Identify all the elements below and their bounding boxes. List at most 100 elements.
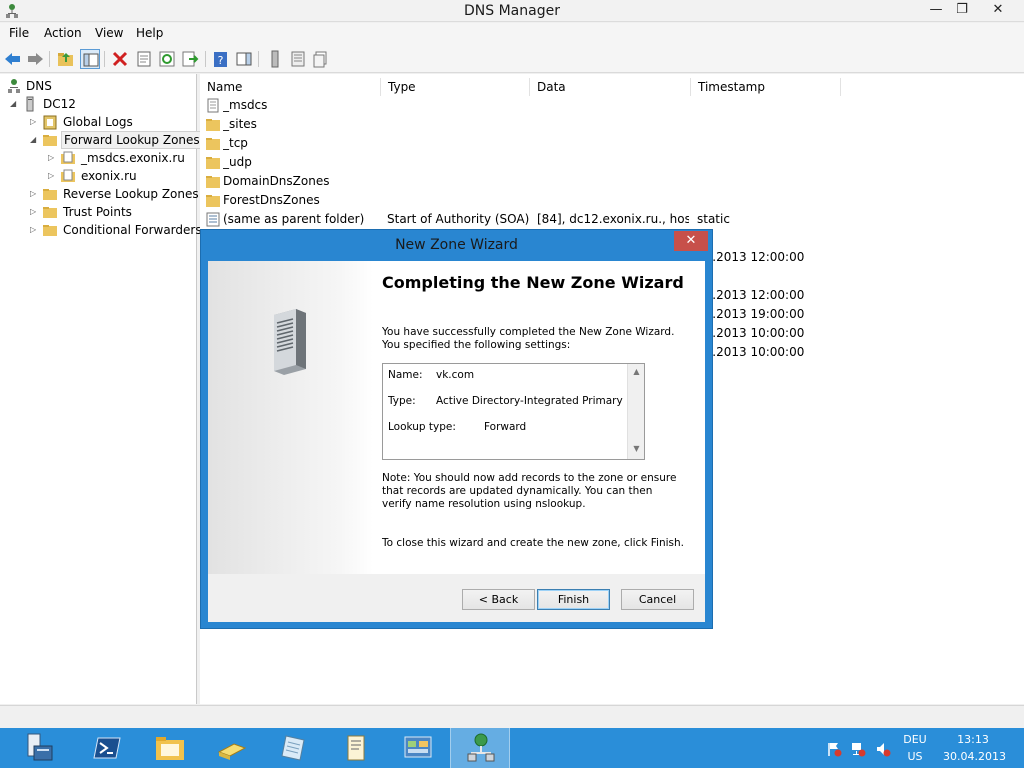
notepad-icon — [281, 735, 305, 761]
toolbar: ? — [0, 45, 1024, 73]
menu-action[interactable]: Action — [44, 26, 82, 40]
records-icon[interactable] — [288, 49, 308, 69]
clock-date[interactable]: 30.04.2013 — [943, 750, 1006, 763]
tree-label: Global Logs — [63, 115, 133, 129]
table-row[interactable]: _msdcs — [200, 96, 1024, 115]
taskbar-control-panel[interactable] — [388, 728, 448, 768]
forward-arrow-icon[interactable] — [25, 49, 45, 69]
expand-arrow-icon[interactable]: ▷ — [30, 113, 40, 131]
speaker-muted-icon[interactable] — [875, 741, 891, 757]
folder-icon — [206, 119, 220, 131]
tree-label: Reverse Lookup Zones — [63, 187, 199, 201]
table-row[interactable]: (same as parent folder) Start of Authorit… — [200, 210, 1024, 229]
cell-timestamp: tic — [697, 229, 837, 248]
column-header-name[interactable]: Name — [200, 78, 381, 96]
refresh-icon[interactable] — [157, 49, 177, 69]
server-icon[interactable] — [265, 49, 285, 69]
dialog-client-area: Completing the New Zone Wizard You have … — [208, 261, 705, 622]
tree-node-exonix-zone[interactable]: ▷ exonix.ru — [48, 167, 193, 185]
menu-help[interactable]: Help — [136, 26, 163, 40]
clock-time[interactable]: 13:13 — [943, 733, 1003, 746]
menu-file[interactable]: File — [9, 26, 29, 40]
table-row[interactable]: _tcp — [200, 134, 1024, 153]
dialog-close-button[interactable]: ✕ — [674, 231, 708, 251]
cell-name: _msdcs — [223, 98, 268, 112]
taskbar: DEU US 13:13 30.04.2013 — [0, 728, 1024, 768]
taskbar-books[interactable] — [202, 728, 262, 768]
tree-label: Conditional Forwarders — [63, 223, 202, 237]
expand-arrow-icon[interactable]: ▷ — [30, 185, 40, 203]
back-arrow-icon[interactable] — [3, 49, 23, 69]
tree-node-conditional-forwarders[interactable]: ▷ Conditional Forwarders — [30, 221, 202, 239]
wizard-intro-text: You have successfully completed the New … — [382, 326, 675, 351]
zone-icon — [61, 151, 75, 164]
zone-icon — [61, 169, 75, 182]
cell-name: _tcp — [223, 136, 248, 150]
column-header-type[interactable]: Type — [381, 78, 530, 96]
tree-node-forward-lookup-zones[interactable]: ◢ Forward Lookup Zones — [30, 131, 203, 149]
back-button[interactable]: < Back — [462, 589, 535, 610]
cancel-button[interactable]: Cancel — [621, 589, 694, 610]
tree-node-global-logs[interactable]: ▷ Global Logs — [30, 113, 190, 131]
tree-node-reverse-lookup-zones[interactable]: ▷ Reverse Lookup Zones — [30, 185, 199, 203]
powershell-icon — [93, 737, 121, 759]
column-header-timestamp[interactable]: Timestamp — [691, 78, 841, 96]
folder-icon — [43, 135, 57, 146]
cell-timestamp: 04.2013 10:00:00 — [697, 345, 805, 359]
folder-icon — [43, 225, 57, 236]
finish-button[interactable]: Finish — [537, 589, 610, 610]
expand-arrow-icon[interactable]: ▷ — [30, 221, 40, 239]
show-hide-tree-icon[interactable] — [80, 49, 100, 69]
language-indicator-top[interactable]: DEU — [898, 733, 932, 746]
scroll-up-icon[interactable]: ▲ — [628, 367, 645, 376]
tree-node-msdcs-zone[interactable]: ▷ _msdcs.exonix.ru — [48, 149, 193, 167]
expand-arrow-icon[interactable]: ▷ — [48, 149, 58, 167]
menu-view[interactable]: View — [95, 26, 123, 40]
taskbar-dns-manager[interactable] — [450, 728, 510, 768]
taskbar-file-explorer[interactable] — [140, 728, 200, 768]
server-icon — [26, 96, 34, 112]
table-row[interactable]: _udp — [200, 153, 1024, 172]
close-window-button[interactable]: ✕ — [972, 0, 1024, 20]
export-list-icon[interactable] — [180, 49, 200, 69]
taskbar-notepad[interactable] — [264, 728, 324, 768]
table-row[interactable]: ForestDnsZones — [200, 191, 1024, 210]
tree-node-dc12[interactable]: ◢ DC12 — [10, 95, 190, 113]
show-action-pane-icon[interactable] — [234, 49, 254, 69]
zone-icon[interactable] — [311, 49, 331, 69]
collapse-arrow-icon[interactable]: ◢ — [10, 95, 20, 113]
tree-node-trust-points[interactable]: ▷ Trust Points — [30, 203, 195, 221]
delete-icon[interactable] — [110, 49, 130, 69]
action-center-flag-icon[interactable] — [826, 741, 842, 757]
table-row[interactable]: _sites — [200, 115, 1024, 134]
taskbar-scroll[interactable] — [326, 728, 386, 768]
table-row[interactable]: DomainDnsZones — [200, 172, 1024, 191]
dns-icon — [8, 79, 20, 93]
language-indicator-bottom[interactable]: US — [898, 750, 932, 763]
expand-arrow-icon[interactable]: ▷ — [48, 167, 58, 185]
lookup-type-value: Forward — [484, 421, 527, 433]
console-tree: DNS ◢ DC12 ▷ Global Logs ◢ Forward Looku… — [0, 74, 203, 704]
file-explorer-icon — [156, 737, 184, 760]
tree-node-dns[interactable]: DNS — [4, 77, 194, 95]
help-icon[interactable]: ? — [211, 49, 231, 69]
name-label: Name: — [388, 369, 423, 381]
folder-icon — [206, 195, 220, 207]
window-title: DNS Manager — [464, 3, 560, 19]
network-icon[interactable] — [850, 741, 866, 757]
settings-scrollbar[interactable]: ▲ ▼ — [627, 364, 644, 459]
up-folder-icon[interactable] — [56, 49, 76, 69]
window-title-bar: DNS Manager — ❐ ✕ — [0, 0, 1024, 22]
properties-icon[interactable] — [134, 49, 154, 69]
settings-summary-box[interactable]: Name: vk.com Type: Active Directory-Inte… — [382, 363, 645, 460]
column-header-data[interactable]: Data — [530, 78, 691, 96]
cell-timestamp: static — [697, 212, 730, 226]
cell-timestamp: 04.2013 12:00:00 — [697, 250, 805, 264]
wizard-page: Completing the New Zone Wizard You have … — [208, 261, 705, 574]
folder-icon — [43, 189, 57, 200]
collapse-arrow-icon[interactable]: ◢ — [30, 131, 40, 149]
scroll-down-icon[interactable]: ▼ — [628, 444, 645, 453]
taskbar-powershell[interactable] — [78, 728, 138, 768]
expand-arrow-icon[interactable]: ▷ — [30, 203, 40, 221]
taskbar-server-manager[interactable] — [10, 728, 70, 768]
